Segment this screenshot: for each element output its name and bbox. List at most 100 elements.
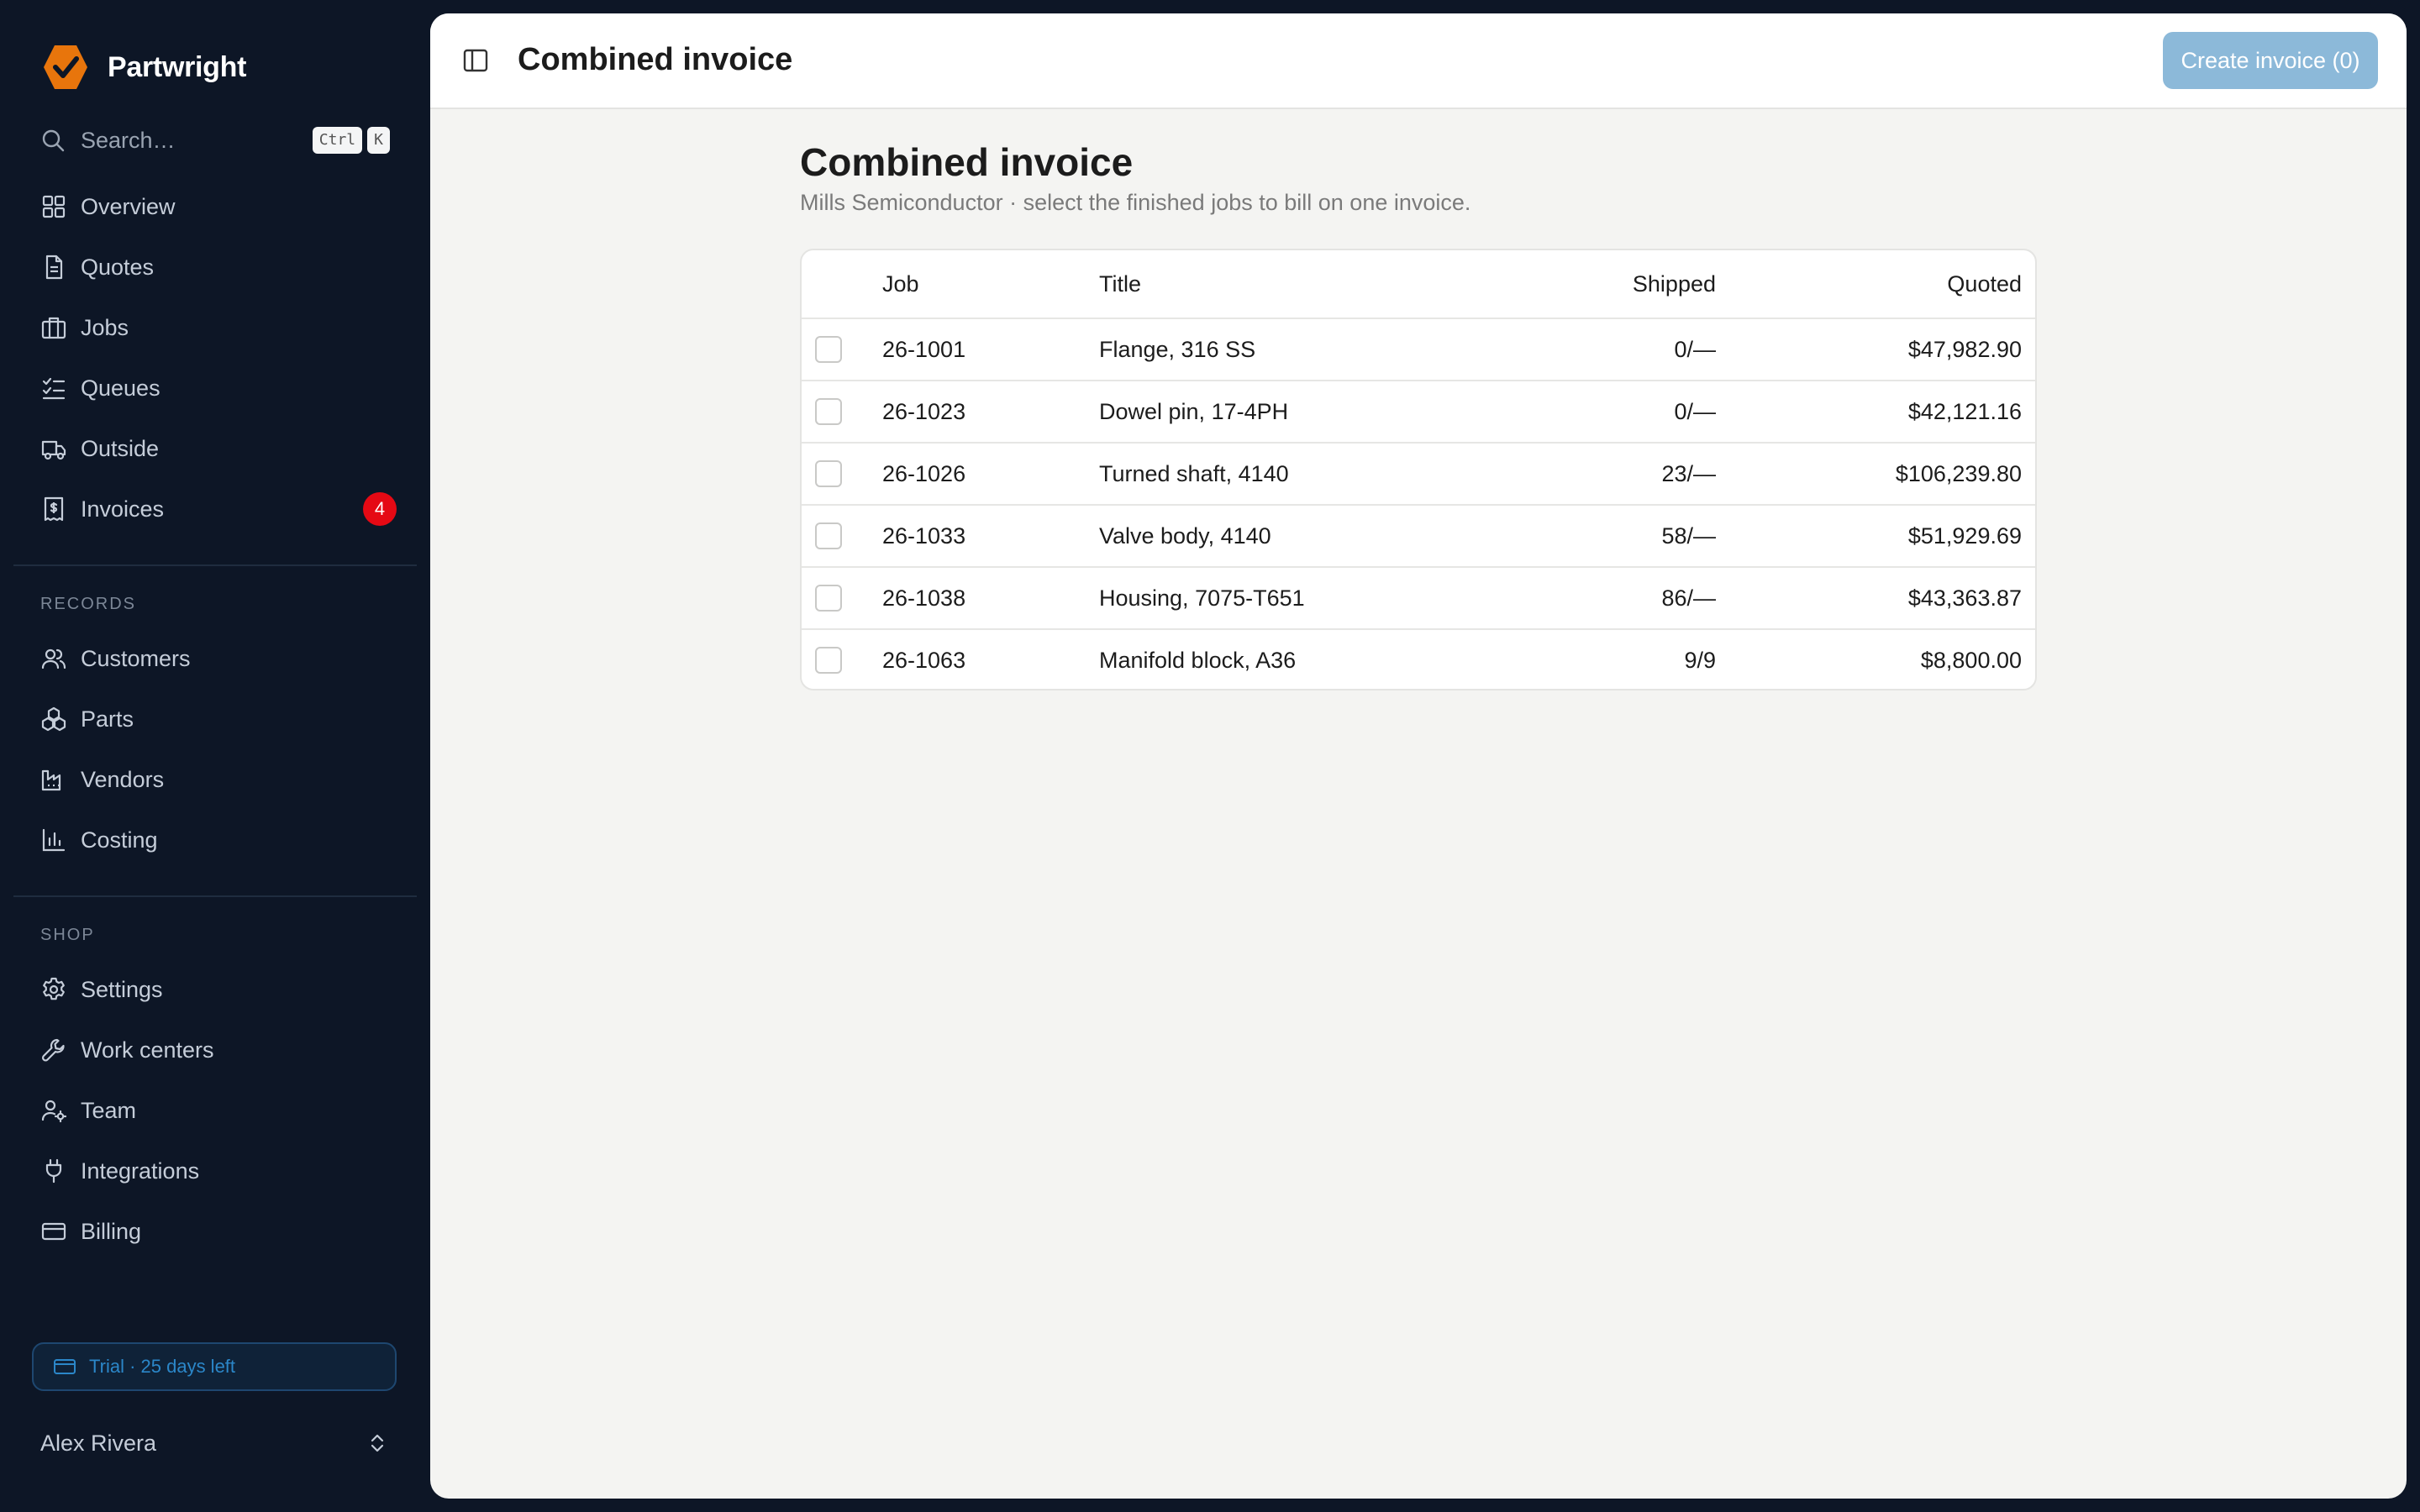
search-icon xyxy=(42,129,65,152)
top-bar: Combined invoice Create invoice (0) xyxy=(430,13,2407,109)
table-row[interactable]: 26-1033 Valve body, 4140 58/— $51,929.69 xyxy=(802,506,2035,568)
jobs-table: Job Title Shipped Quoted 26-1001 Flange,… xyxy=(800,249,2037,690)
table-row[interactable]: 26-1023 Dowel pin, 17-4PH 0/— $42,121.16 xyxy=(802,381,2035,444)
bar-chart-icon xyxy=(40,827,67,853)
credit-card-icon xyxy=(54,1359,76,1374)
job-number: 26-1026 xyxy=(882,461,966,486)
sidebar-toggle-icon[interactable] xyxy=(460,45,491,76)
quoted-amount: $106,239.80 xyxy=(1895,461,2022,486)
sidebar-item-jobs[interactable]: Jobs xyxy=(40,307,397,348)
grid-icon xyxy=(40,193,67,220)
sidebar-item-integrations[interactable]: Integrations xyxy=(40,1151,397,1191)
sidebar-item-settings[interactable]: Settings xyxy=(40,969,397,1010)
user-menu[interactable]: Alex Rivera xyxy=(40,1426,390,1460)
job-title: Dowel pin, 17-4PH xyxy=(1099,399,1289,424)
boxes-icon xyxy=(40,706,67,732)
row-select-checkbox[interactable] xyxy=(815,585,842,612)
sidebar-item-label: Overview xyxy=(81,193,176,219)
table-row[interactable]: 26-1038 Housing, 7075-T651 86/— $43,363.… xyxy=(802,568,2035,630)
column-header-title[interactable]: Title xyxy=(1099,250,1141,318)
search-input[interactable]: Search… xyxy=(81,128,308,154)
users-icon xyxy=(40,645,67,672)
sidebar-divider xyxy=(13,895,417,897)
shipped-count: 86/— xyxy=(1661,585,1716,611)
column-header-quoted[interactable]: Quoted xyxy=(1947,250,2022,318)
sidebar-item-customers[interactable]: Customers xyxy=(40,638,397,679)
sidebar-item-label: Integrations xyxy=(81,1158,200,1184)
credit-card-icon xyxy=(40,1218,67,1245)
sidebar-item-quotes[interactable]: Quotes xyxy=(40,247,397,287)
user-name: Alex Rivera xyxy=(40,1430,157,1456)
truck-icon xyxy=(40,435,67,462)
job-title: Housing, 7075-T651 xyxy=(1099,585,1305,611)
table-row[interactable]: 26-1063 Manifold block, A36 9/9 $8,800.0… xyxy=(802,630,2035,689)
sidebar-divider xyxy=(13,564,417,566)
job-title: Turned shaft, 4140 xyxy=(1099,461,1289,486)
brand-name: Partwright xyxy=(108,50,247,83)
sidebar-item-parts[interactable]: Parts xyxy=(40,699,397,739)
document-icon xyxy=(40,254,67,281)
table-header-row: Job Title Shipped Quoted xyxy=(802,250,2035,319)
sidebar-item-team[interactable]: Team xyxy=(40,1090,397,1131)
table-row[interactable]: 26-1001 Flange, 316 SS 0/— $47,982.90 xyxy=(802,319,2035,381)
quoted-amount: $47,982.90 xyxy=(1907,337,2022,362)
job-title: Manifold block, A36 xyxy=(1099,648,1297,673)
sidebar-item-vendors[interactable]: Vendors xyxy=(40,759,397,800)
receipt-dollar-icon xyxy=(40,496,67,522)
briefcase-icon xyxy=(40,314,67,341)
row-select-checkbox[interactable] xyxy=(815,647,842,674)
sidebar-item-costing[interactable]: Costing xyxy=(40,820,397,860)
sidebar-item-label: Quotes xyxy=(81,254,155,280)
sidebar-item-label: Customers xyxy=(81,645,191,671)
job-number: 26-1001 xyxy=(882,337,966,362)
invoices-count-badge: 4 xyxy=(363,492,397,526)
section-label-records: RECORDS xyxy=(40,595,137,613)
gear-icon xyxy=(40,976,67,1003)
trial-text: Trial · 25 days left xyxy=(89,1356,236,1377)
page-subtitle: Mills Semiconductor · select the finishe… xyxy=(800,190,1471,215)
row-select-checkbox[interactable] xyxy=(815,460,842,487)
job-number: 26-1033 xyxy=(882,523,966,549)
row-select-checkbox[interactable] xyxy=(815,336,842,363)
sidebar-item-label: Jobs xyxy=(81,314,129,340)
trial-banner[interactable]: Trial · 25 days left xyxy=(32,1342,397,1391)
job-title: Flange, 316 SS xyxy=(1099,337,1256,362)
row-select-checkbox[interactable] xyxy=(815,398,842,425)
sidebar-item-overview[interactable]: Overview xyxy=(40,186,397,227)
quoted-amount: $8,800.00 xyxy=(1920,648,2022,673)
sidebar-item-work-centers[interactable]: Work centers xyxy=(40,1030,397,1070)
plug-icon xyxy=(40,1158,67,1184)
create-invoice-button[interactable]: Create invoice (0) xyxy=(2163,32,2378,89)
column-header-shipped[interactable]: Shipped xyxy=(1633,250,1716,318)
shortcut-key-k: K xyxy=(367,127,390,154)
shipped-count: 9/9 xyxy=(1684,648,1716,673)
sidebar-item-billing[interactable]: Billing xyxy=(40,1211,397,1252)
sidebar-item-outside[interactable]: Outside xyxy=(40,428,397,469)
job-number: 26-1063 xyxy=(882,648,966,673)
topbar-title: Combined invoice xyxy=(518,42,793,77)
logo-check-icon xyxy=(44,45,87,89)
quoted-amount: $51,929.69 xyxy=(1907,523,2022,549)
job-title: Valve body, 4140 xyxy=(1099,523,1271,549)
sidebar-item-label: Parts xyxy=(81,706,134,732)
table-row[interactable]: 26-1026 Turned shaft, 4140 23/— $106,239… xyxy=(802,444,2035,506)
shipped-count: 0/— xyxy=(1674,337,1716,362)
checklist-icon xyxy=(40,375,67,402)
factory-icon xyxy=(40,766,67,793)
search-box[interactable]: Search… Ctrl K xyxy=(40,123,390,158)
sidebar-item-queues[interactable]: Queues xyxy=(40,368,397,408)
sidebar-item-invoices[interactable]: Invoices 4 xyxy=(40,489,397,529)
brand[interactable]: Partwright xyxy=(40,42,246,92)
sidebar-item-label: Costing xyxy=(81,827,158,853)
sidebar-item-label: Work centers xyxy=(81,1037,214,1063)
user-gear-icon xyxy=(40,1097,67,1124)
column-header-job[interactable]: Job xyxy=(882,250,919,318)
shipped-count: 58/— xyxy=(1661,523,1716,549)
shipped-count: 23/— xyxy=(1661,461,1716,486)
job-number: 26-1023 xyxy=(882,399,966,424)
shipped-count: 0/— xyxy=(1674,399,1716,424)
page-title: Combined invoice xyxy=(800,140,1134,184)
row-select-checkbox[interactable] xyxy=(815,522,842,549)
app-window: Partwright Search… Ctrl K Overview Quote… xyxy=(0,0,2420,1512)
sidebar-item-label: Queues xyxy=(81,375,160,401)
